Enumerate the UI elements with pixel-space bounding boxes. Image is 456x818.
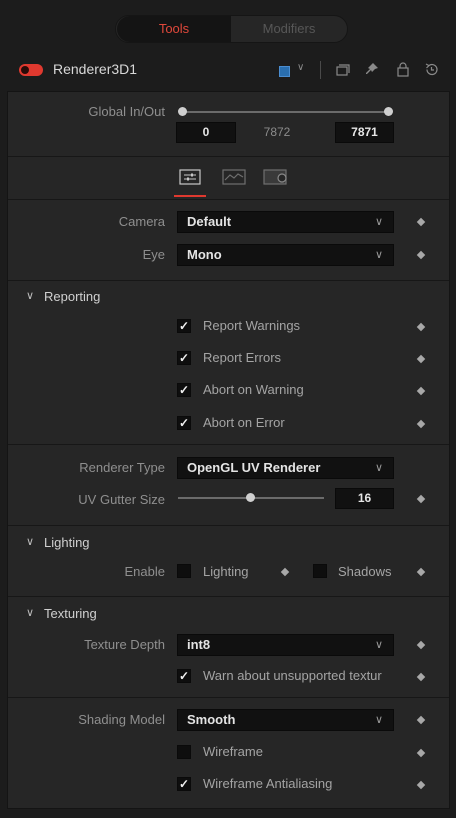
chevron-down-icon: ∨ <box>374 216 383 228</box>
active-tab-indicator <box>174 195 206 197</box>
report-warnings-checkbox[interactable]: ✓ <box>177 319 191 333</box>
report-errors-label: Report Errors <box>203 350 282 365</box>
camera-dropdown[interactable]: Default ∨ <box>177 211 394 233</box>
chevron-down-icon: ∨ <box>374 714 383 726</box>
header-divider <box>320 61 321 79</box>
texture-depth-value: int8 <box>187 637 211 652</box>
pin-icon[interactable] <box>365 62 379 79</box>
divider <box>8 280 449 281</box>
texturing-section-title[interactable]: Texturing <box>44 606 97 621</box>
texturing-collapse-chevron-icon[interactable]: ∨ <box>26 606 34 619</box>
camera-label: Camera <box>118 214 165 229</box>
warn-unsupported-label: Warn about unsupported textur <box>203 668 382 683</box>
lighting-section-title[interactable]: Lighting <box>44 535 90 550</box>
report-errors-checkbox[interactable]: ✓ <box>177 351 191 365</box>
wireframe-label: Wireframe <box>203 744 263 759</box>
renderer-type-dropdown[interactable]: OpenGL UV Renderer ∨ <box>177 457 394 479</box>
lock-icon[interactable] <box>396 62 410 80</box>
node-name: Renderer3D1 <box>53 61 138 77</box>
versions-icon[interactable] <box>336 63 350 80</box>
divider <box>8 199 449 200</box>
lighting-collapse-chevron-icon[interactable]: ∨ <box>26 535 34 548</box>
shadows-label: Shadows <box>338 564 392 579</box>
shading-model-dropdown[interactable]: Smooth ∨ <box>177 709 394 731</box>
eye-label: Eye <box>142 247 165 262</box>
controls-tab-icon[interactable] <box>178 168 202 189</box>
global-in-handle[interactable] <box>178 107 187 116</box>
divider <box>8 444 449 445</box>
uv-gutter-field[interactable]: 16 <box>335 488 394 509</box>
abort-on-error-label: Abort on Error <box>203 415 285 430</box>
tab-tools[interactable]: Tools <box>117 16 231 42</box>
reporting-section-title[interactable]: Reporting <box>44 289 100 304</box>
eye-value: Mono <box>187 247 222 262</box>
uv-gutter-slider-handle[interactable] <box>246 493 255 502</box>
divider <box>8 697 449 698</box>
chevron-down-icon: ∨ <box>374 249 383 261</box>
divider <box>8 525 449 526</box>
settings-tab-icon[interactable] <box>262 168 290 189</box>
tab-modifiers[interactable]: Modifiers <box>232 16 346 42</box>
abort-on-warning-label: Abort on Warning <box>203 382 304 397</box>
shadows-checkbox[interactable] <box>313 564 327 578</box>
global-out-handle[interactable] <box>384 107 393 116</box>
lighting-checkbox[interactable] <box>177 564 191 578</box>
lighting-label: Lighting <box>203 564 249 579</box>
renderer-type-value: OpenGL UV Renderer <box>187 460 321 475</box>
node-enable-toggle[interactable] <box>19 64 43 76</box>
lighting-enable-label: Enable <box>124 564 165 579</box>
global-range-track[interactable] <box>182 111 390 113</box>
reset-icon[interactable] <box>424 62 439 80</box>
reporting-collapse-chevron-icon[interactable]: ∨ <box>26 289 34 302</box>
global-in-field[interactable]: 0 <box>176 122 236 143</box>
uv-gutter-label: UV Gutter Size <box>78 492 165 507</box>
wireframe-antialiasing-label: Wireframe Antialiasing <box>203 776 333 791</box>
chevron-down-icon: ∨ <box>374 462 383 474</box>
camera-value: Default <box>187 214 232 229</box>
report-warnings-label: Report Warnings <box>203 318 301 333</box>
global-inout-label: Global In/Out <box>88 104 165 119</box>
shading-model-value: Smooth <box>187 712 236 727</box>
global-duration: 7872 <box>263 125 291 139</box>
divider <box>8 156 449 157</box>
texture-depth-label: Texture Depth <box>84 637 165 652</box>
chevron-down-icon[interactable]: ∨ <box>297 62 304 73</box>
shading-model-label: Shading Model <box>78 712 165 727</box>
divider <box>8 596 449 597</box>
tab-bar: Tools Modifiers <box>115 15 348 43</box>
texture-depth-dropdown[interactable]: int8 ∨ <box>177 634 394 656</box>
abort-on-warning-checkbox[interactable]: ✓ <box>177 383 191 397</box>
chevron-down-icon: ∨ <box>374 639 383 651</box>
global-out-field[interactable]: 7871 <box>335 122 394 143</box>
wireframe-antialiasing-checkbox[interactable]: ✓ <box>177 777 191 791</box>
abort-on-error-checkbox[interactable]: ✓ <box>177 416 191 430</box>
eye-dropdown[interactable]: Mono ∨ <box>177 244 394 266</box>
wireframe-checkbox[interactable] <box>177 745 191 759</box>
warn-unsupported-checkbox[interactable]: ✓ <box>177 669 191 683</box>
renderer-type-label: Renderer Type <box>79 460 165 475</box>
node-color-swatch[interactable] <box>279 66 290 77</box>
curves-tab-icon[interactable] <box>221 168 247 189</box>
